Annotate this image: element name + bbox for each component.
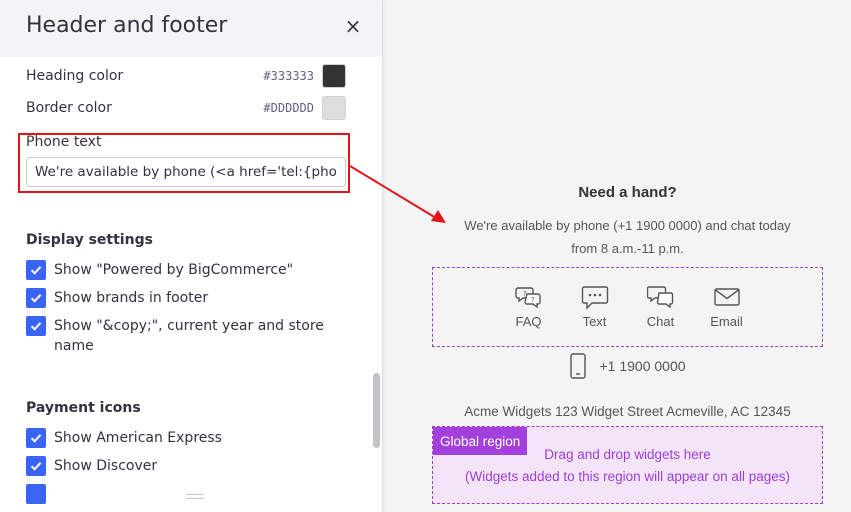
preview-phone-number[interactable]: +1 1900 0000 <box>599 358 685 374</box>
contact-label: FAQ <box>515 314 542 329</box>
contact-email[interactable]: Email <box>707 284 747 346</box>
preview-text-line: We're available by phone (+1 1900 0000) … <box>464 218 791 233</box>
svg-text:?: ? <box>531 296 535 304</box>
chat-icon <box>646 286 673 309</box>
checkbox-copyright[interactable]: Show "&copy;", current year and store na… <box>26 316 330 356</box>
svg-text:?: ? <box>523 290 527 298</box>
heading-color-setting: Heading color #333333 <box>26 63 346 89</box>
preview-phone-line: +1 1900 0000 <box>432 353 823 379</box>
dropzone-note: (Widgets added to this region will appea… <box>465 469 790 484</box>
panel-title: Header and footer <box>26 13 228 38</box>
contact-text[interactable]: Text <box>575 284 615 346</box>
preview-phone-text: We're available by phone (+1 1900 0000) … <box>432 214 823 260</box>
border-color-setting: Border color #DDDDDD <box>26 95 346 121</box>
close-icon: × <box>344 14 362 38</box>
checkbox-label: Show Discover <box>54 458 158 474</box>
checkbox-checked[interactable] <box>26 428 46 448</box>
settings-panel: Header and footer × Heading color #33333… <box>0 0 383 512</box>
checkbox-label: Show "&copy;", current year and store na… <box>54 318 324 354</box>
highlight-box <box>18 133 350 193</box>
checkbox-checked[interactable] <box>26 316 46 336</box>
scrollbar-thumb[interactable] <box>373 373 380 448</box>
heading-color-swatch[interactable] <box>322 64 346 88</box>
contact-label: Text <box>582 314 607 329</box>
preview-heading: Need a hand? <box>578 184 677 201</box>
contact-chat[interactable]: Chat <box>641 284 681 346</box>
checkbox-checked[interactable] <box>26 456 46 476</box>
border-color-label: Border color <box>26 100 112 116</box>
preview-text-line: from 8 a.m.-11 p.m. <box>571 241 684 256</box>
checkbox-powered-by[interactable]: Show "Powered by BigCommerce" <box>26 260 346 280</box>
mobile-phone-icon <box>570 353 587 379</box>
checkbox-checked[interactable] <box>26 260 46 280</box>
preview-address: Acme Widgets 123 Widget Street Acmeville… <box>464 404 791 419</box>
global-region-dropzone[interactable]: Global region Drag and drop widgets here… <box>432 426 823 504</box>
checkbox-brands-footer[interactable]: Show brands in footer <box>26 288 346 308</box>
heading-color-hex: #333333 <box>263 69 314 83</box>
panel-body: Heading color #333333 Border color #DDDD… <box>0 57 370 512</box>
contact-label: Email <box>710 314 743 329</box>
checkbox-checked[interactable] <box>26 484 46 504</box>
display-settings-title: Display settings <box>26 232 153 248</box>
panel-header: Header and footer × <box>0 0 382 57</box>
text-message-icon <box>581 286 608 310</box>
drag-handle-icon[interactable] <box>186 494 204 499</box>
email-icon <box>713 288 740 306</box>
checkbox-american-express[interactable]: Show American Express <box>26 428 346 448</box>
payment-icons-title: Payment icons <box>26 400 141 416</box>
heading-color-label: Heading color <box>26 68 124 84</box>
checkbox-label: Show brands in footer <box>54 290 209 306</box>
border-color-hex: #DDDDDD <box>263 101 314 115</box>
contact-label: Chat <box>646 314 675 329</box>
border-color-swatch[interactable] <box>322 96 346 120</box>
contact-widget-region: ? ? FAQ Text Chat Email <box>432 267 823 347</box>
close-button[interactable]: × <box>342 14 364 38</box>
dropzone-instruction: Drag and drop widgets here <box>544 447 711 462</box>
checkbox-discover[interactable]: Show Discover <box>26 456 346 476</box>
checkbox-checked[interactable] <box>26 288 46 308</box>
contact-faq[interactable]: ? ? FAQ <box>509 284 549 346</box>
checkbox-label: Show American Express <box>54 430 222 446</box>
faq-icon: ? ? <box>514 287 541 309</box>
checkbox-label: Show "Powered by BigCommerce" <box>54 262 294 278</box>
